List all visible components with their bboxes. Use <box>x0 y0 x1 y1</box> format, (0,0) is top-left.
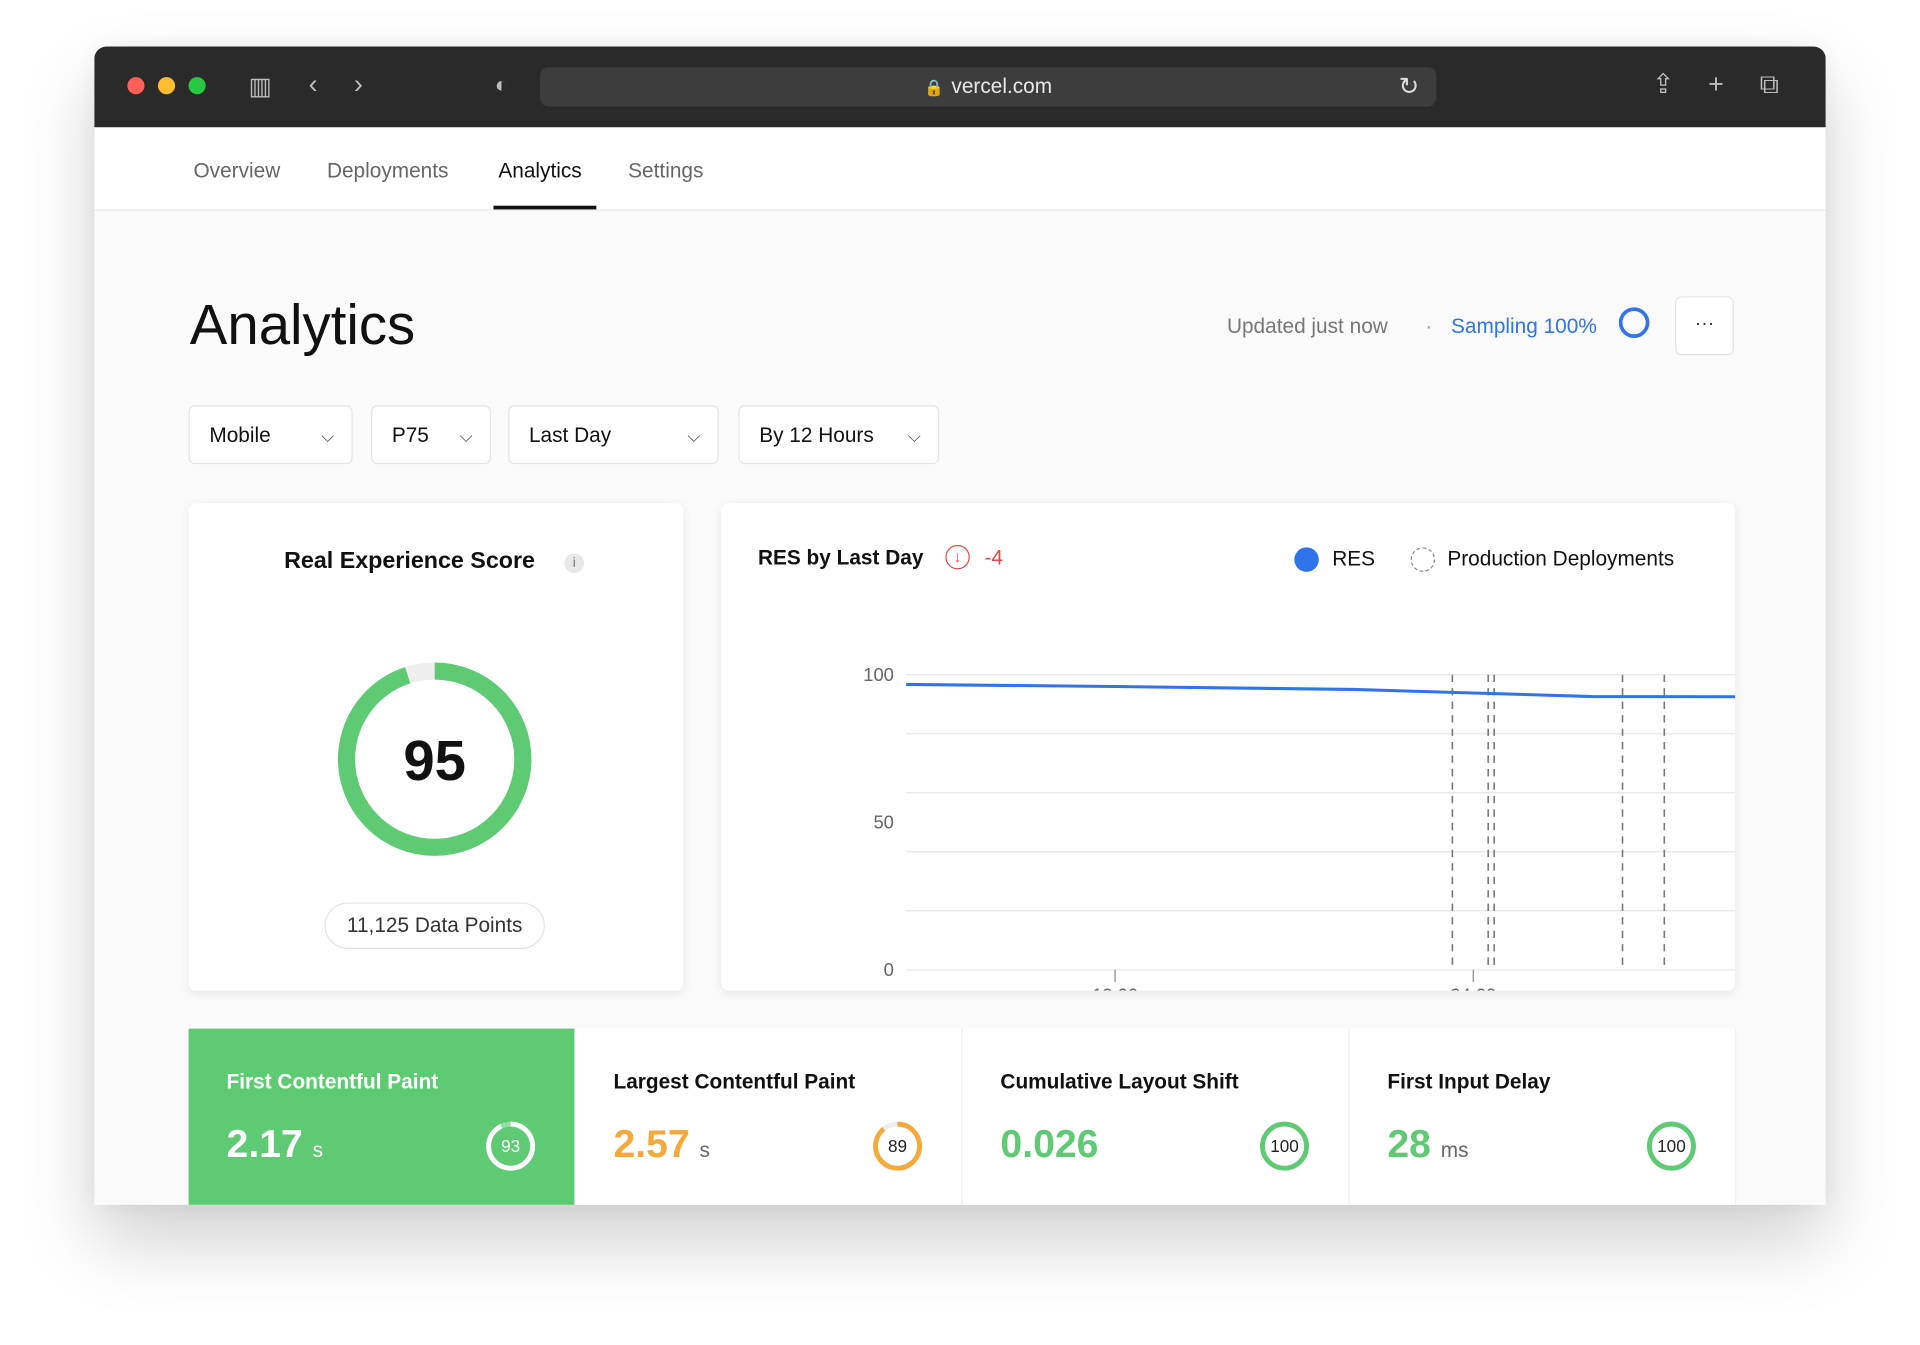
metric-value: 28 ms <box>1387 1122 1468 1167</box>
metric-score: 89 <box>888 1136 907 1156</box>
close-window-button[interactable] <box>127 77 145 95</box>
metric-label: Largest Contentful Paint <box>613 1070 856 1094</box>
browser-window: ▥ ‹ › ◐ 🔒 vercel.com ↻ ⇪ + ⧉ Overview Dep… <box>94 46 1826 1205</box>
metric-value: 0.026 <box>1000 1122 1108 1167</box>
metric-card[interactable]: Cumulative Layout Shift 0.026 100 <box>962 1028 1350 1205</box>
metric-score: 100 <box>1270 1136 1299 1156</box>
metric-value: 2.17 s <box>227 1122 323 1167</box>
metric-score-ring: 100 <box>1646 1121 1696 1171</box>
metric-number: 0.026 <box>1000 1121 1099 1166</box>
metric-label: Cumulative Layout Shift <box>1000 1070 1239 1094</box>
metric-card[interactable]: First Contentful Paint 2.17 s 93 <box>188 1028 576 1205</box>
metric-score: 93 <box>501 1136 520 1156</box>
metric-unit: s <box>699 1138 710 1163</box>
tabs-overview-icon[interactable]: ⧉ <box>1760 69 1779 101</box>
metric-label: First Contentful Paint <box>226 1070 439 1094</box>
metric-unit: s <box>312 1138 324 1163</box>
metric-score: 100 <box>1657 1136 1686 1156</box>
web-vitals-row: First Contentful Paint 2.17 s 93 Largest C… <box>188 47 1737 1205</box>
metric-value: 2.57 s <box>613 1122 709 1167</box>
metric-label: First Input Delay <box>1387 1070 1551 1094</box>
metric-unit: ms <box>1440 1138 1469 1163</box>
metric-score-ring: 89 <box>873 1121 923 1171</box>
metric-score-ring: 93 <box>486 1121 536 1171</box>
metric-card[interactable]: Largest Contentful Paint 2.57 s 89 <box>575 1028 963 1205</box>
metric-score-ring: 100 <box>1260 1121 1309 1171</box>
metric-number: 28 <box>1387 1121 1431 1166</box>
metric-card[interactable]: First Input Delay 28 ms 100 <box>1349 1028 1737 1205</box>
metric-number: 2.57 <box>613 1121 690 1166</box>
minimize-window-button[interactable] <box>157 77 176 95</box>
metric-number: 2.17 <box>226 1121 303 1166</box>
